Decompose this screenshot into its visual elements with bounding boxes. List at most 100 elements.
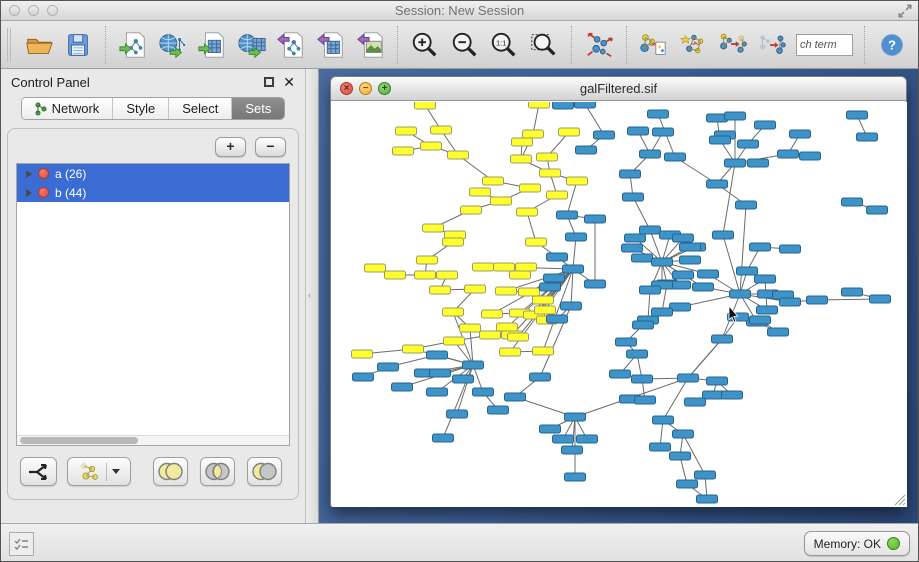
graph-node-yellow[interactable]: [496, 287, 517, 295]
graph-node-yellow[interactable]: [461, 206, 482, 214]
graph-node-yellow[interactable]: [526, 238, 547, 246]
graph-node-blue[interactable]: [430, 369, 451, 377]
show-all-tool-icon[interactable]: [755, 28, 789, 62]
graph-node-blue[interactable]: [447, 410, 468, 418]
graph-node-blue[interactable]: [577, 435, 598, 443]
graph-node-blue[interactable]: [695, 471, 716, 479]
panel-splitter[interactable]: ‹: [306, 69, 319, 523]
zoom-actual-size-icon[interactable]: 1:1: [488, 28, 522, 62]
graph-node-blue[interactable]: [867, 206, 888, 214]
graph-node-yellow[interactable]: [483, 177, 504, 185]
graph-edge[interactable]: [585, 104, 604, 135]
graph-node-blue[interactable]: [755, 275, 776, 283]
export-table-icon[interactable]: [314, 28, 348, 62]
graph-node-blue[interactable]: [703, 391, 724, 399]
graph-node-blue[interactable]: [870, 295, 891, 303]
graph-node-blue[interactable]: [790, 130, 811, 138]
graph-node-yellow[interactable]: [535, 306, 556, 314]
graph-node-blue[interactable]: [640, 226, 661, 234]
graph-node-blue[interactable]: [433, 434, 454, 442]
graph-node-yellow[interactable]: [567, 177, 588, 185]
import-network-url-icon[interactable]: [156, 28, 190, 62]
graph-node-blue[interactable]: [665, 153, 686, 161]
split-set-button[interactable]: [20, 457, 57, 486]
import-network-file-icon[interactable]: [116, 28, 150, 62]
graph-node-yellow[interactable]: [520, 184, 541, 192]
graph-node-blue[interactable]: [392, 383, 413, 391]
graph-node-blue[interactable]: [625, 234, 646, 242]
collapse-handle-icon[interactable]: ‹: [308, 291, 315, 300]
graph-edge[interactable]: [688, 339, 722, 378]
graph-node-blue[interactable]: [780, 245, 801, 253]
graph-node-blue[interactable]: [685, 398, 706, 406]
graph-node-blue[interactable]: [750, 243, 771, 251]
graph-node-blue[interactable]: [780, 298, 801, 306]
graph-node-blue[interactable]: [736, 201, 757, 209]
graph-node-blue[interactable]: [755, 121, 776, 129]
help-icon[interactable]: ?: [875, 28, 909, 62]
intersect-sets-button[interactable]: [200, 457, 235, 486]
graph-node-yellow[interactable]: [508, 333, 529, 341]
graph-node-blue[interactable]: [730, 290, 751, 298]
graph-node-yellow[interactable]: [421, 142, 442, 150]
graph-node-blue[interactable]: [677, 480, 698, 488]
tab-network[interactable]: Network: [22, 98, 113, 119]
graph-node-yellow[interactable]: [510, 271, 531, 279]
graph-node-yellow[interactable]: [533, 296, 554, 304]
graph-node-blue[interactable]: [628, 127, 649, 135]
graph-node-yellow[interactable]: [431, 126, 452, 134]
graph-node-blue[interactable]: [737, 267, 758, 275]
open-session-icon[interactable]: [22, 28, 56, 62]
graph-node-blue[interactable]: [563, 265, 584, 273]
graph-node-blue[interactable]: [616, 338, 637, 346]
graph-node-blue[interactable]: [707, 180, 728, 188]
graph-node-blue[interactable]: [750, 316, 771, 324]
graph-node-blue[interactable]: [566, 233, 587, 241]
graph-node-blue[interactable]: [653, 128, 674, 136]
graph-node-yellow[interactable]: [403, 345, 424, 353]
graph-node-blue[interactable]: [807, 296, 828, 304]
float-panel-icon[interactable]: [264, 77, 274, 87]
select-neighbors-tool-icon[interactable]: [676, 28, 710, 62]
graph-edge[interactable]: [457, 365, 473, 414]
graph-edge[interactable]: [633, 197, 650, 230]
tab-select[interactable]: Select: [168, 98, 231, 119]
graph-node-blue[interactable]: [427, 388, 448, 396]
graph-node-blue[interactable]: [698, 270, 719, 278]
fullscreen-icon[interactable]: [897, 3, 913, 19]
graph-node-yellow[interactable]: [547, 191, 568, 199]
graph-node-blue[interactable]: [800, 152, 821, 160]
graph-node-blue[interactable]: [707, 377, 728, 385]
graph-node-blue[interactable]: [585, 215, 606, 223]
graph-node-blue[interactable]: [697, 495, 718, 503]
graph-node-yellow[interactable]: [516, 263, 537, 271]
graph-node-blue[interactable]: [768, 328, 789, 336]
graph-node-yellow[interactable]: [540, 169, 561, 177]
graph-edge[interactable]: [567, 181, 577, 215]
graph-node-yellow[interactable]: [512, 138, 533, 146]
graph-node-blue[interactable]: [553, 435, 574, 443]
graph-node-blue[interactable]: [738, 140, 759, 148]
graph-node-blue[interactable]: [648, 110, 669, 118]
network-frame-titlebar[interactable]: × − + galFiltered.sif: [331, 77, 906, 101]
graph-node-blue[interactable]: [857, 133, 878, 141]
graph-node-blue[interactable]: [505, 393, 526, 401]
graph-node-blue[interactable]: [633, 321, 654, 329]
set-row-b[interactable]: b (44): [17, 183, 289, 202]
search-input[interactable]: ch term: [796, 34, 853, 56]
network-frame[interactable]: × − + galFiltered.sif: [330, 76, 907, 507]
graph-node-blue[interactable]: [778, 150, 799, 158]
graph-node-blue[interactable]: [557, 211, 578, 219]
dropdown-caret-icon[interactable]: [112, 469, 120, 474]
graph-node-blue[interactable]: [544, 274, 565, 282]
graph-node-blue[interactable]: [652, 308, 673, 316]
graph-node-yellow[interactable]: [533, 347, 554, 355]
graph-node-blue[interactable]: [453, 375, 474, 383]
graph-node-blue[interactable]: [565, 413, 586, 421]
graph-node-yellow[interactable]: [537, 153, 558, 161]
graph-node-blue[interactable]: [547, 253, 568, 261]
create-set-from-network-button[interactable]: [67, 457, 131, 486]
graph-node-blue[interactable]: [632, 375, 653, 383]
graph-node-blue[interactable]: [722, 391, 743, 399]
graph-node-yellow[interactable]: [417, 256, 438, 264]
